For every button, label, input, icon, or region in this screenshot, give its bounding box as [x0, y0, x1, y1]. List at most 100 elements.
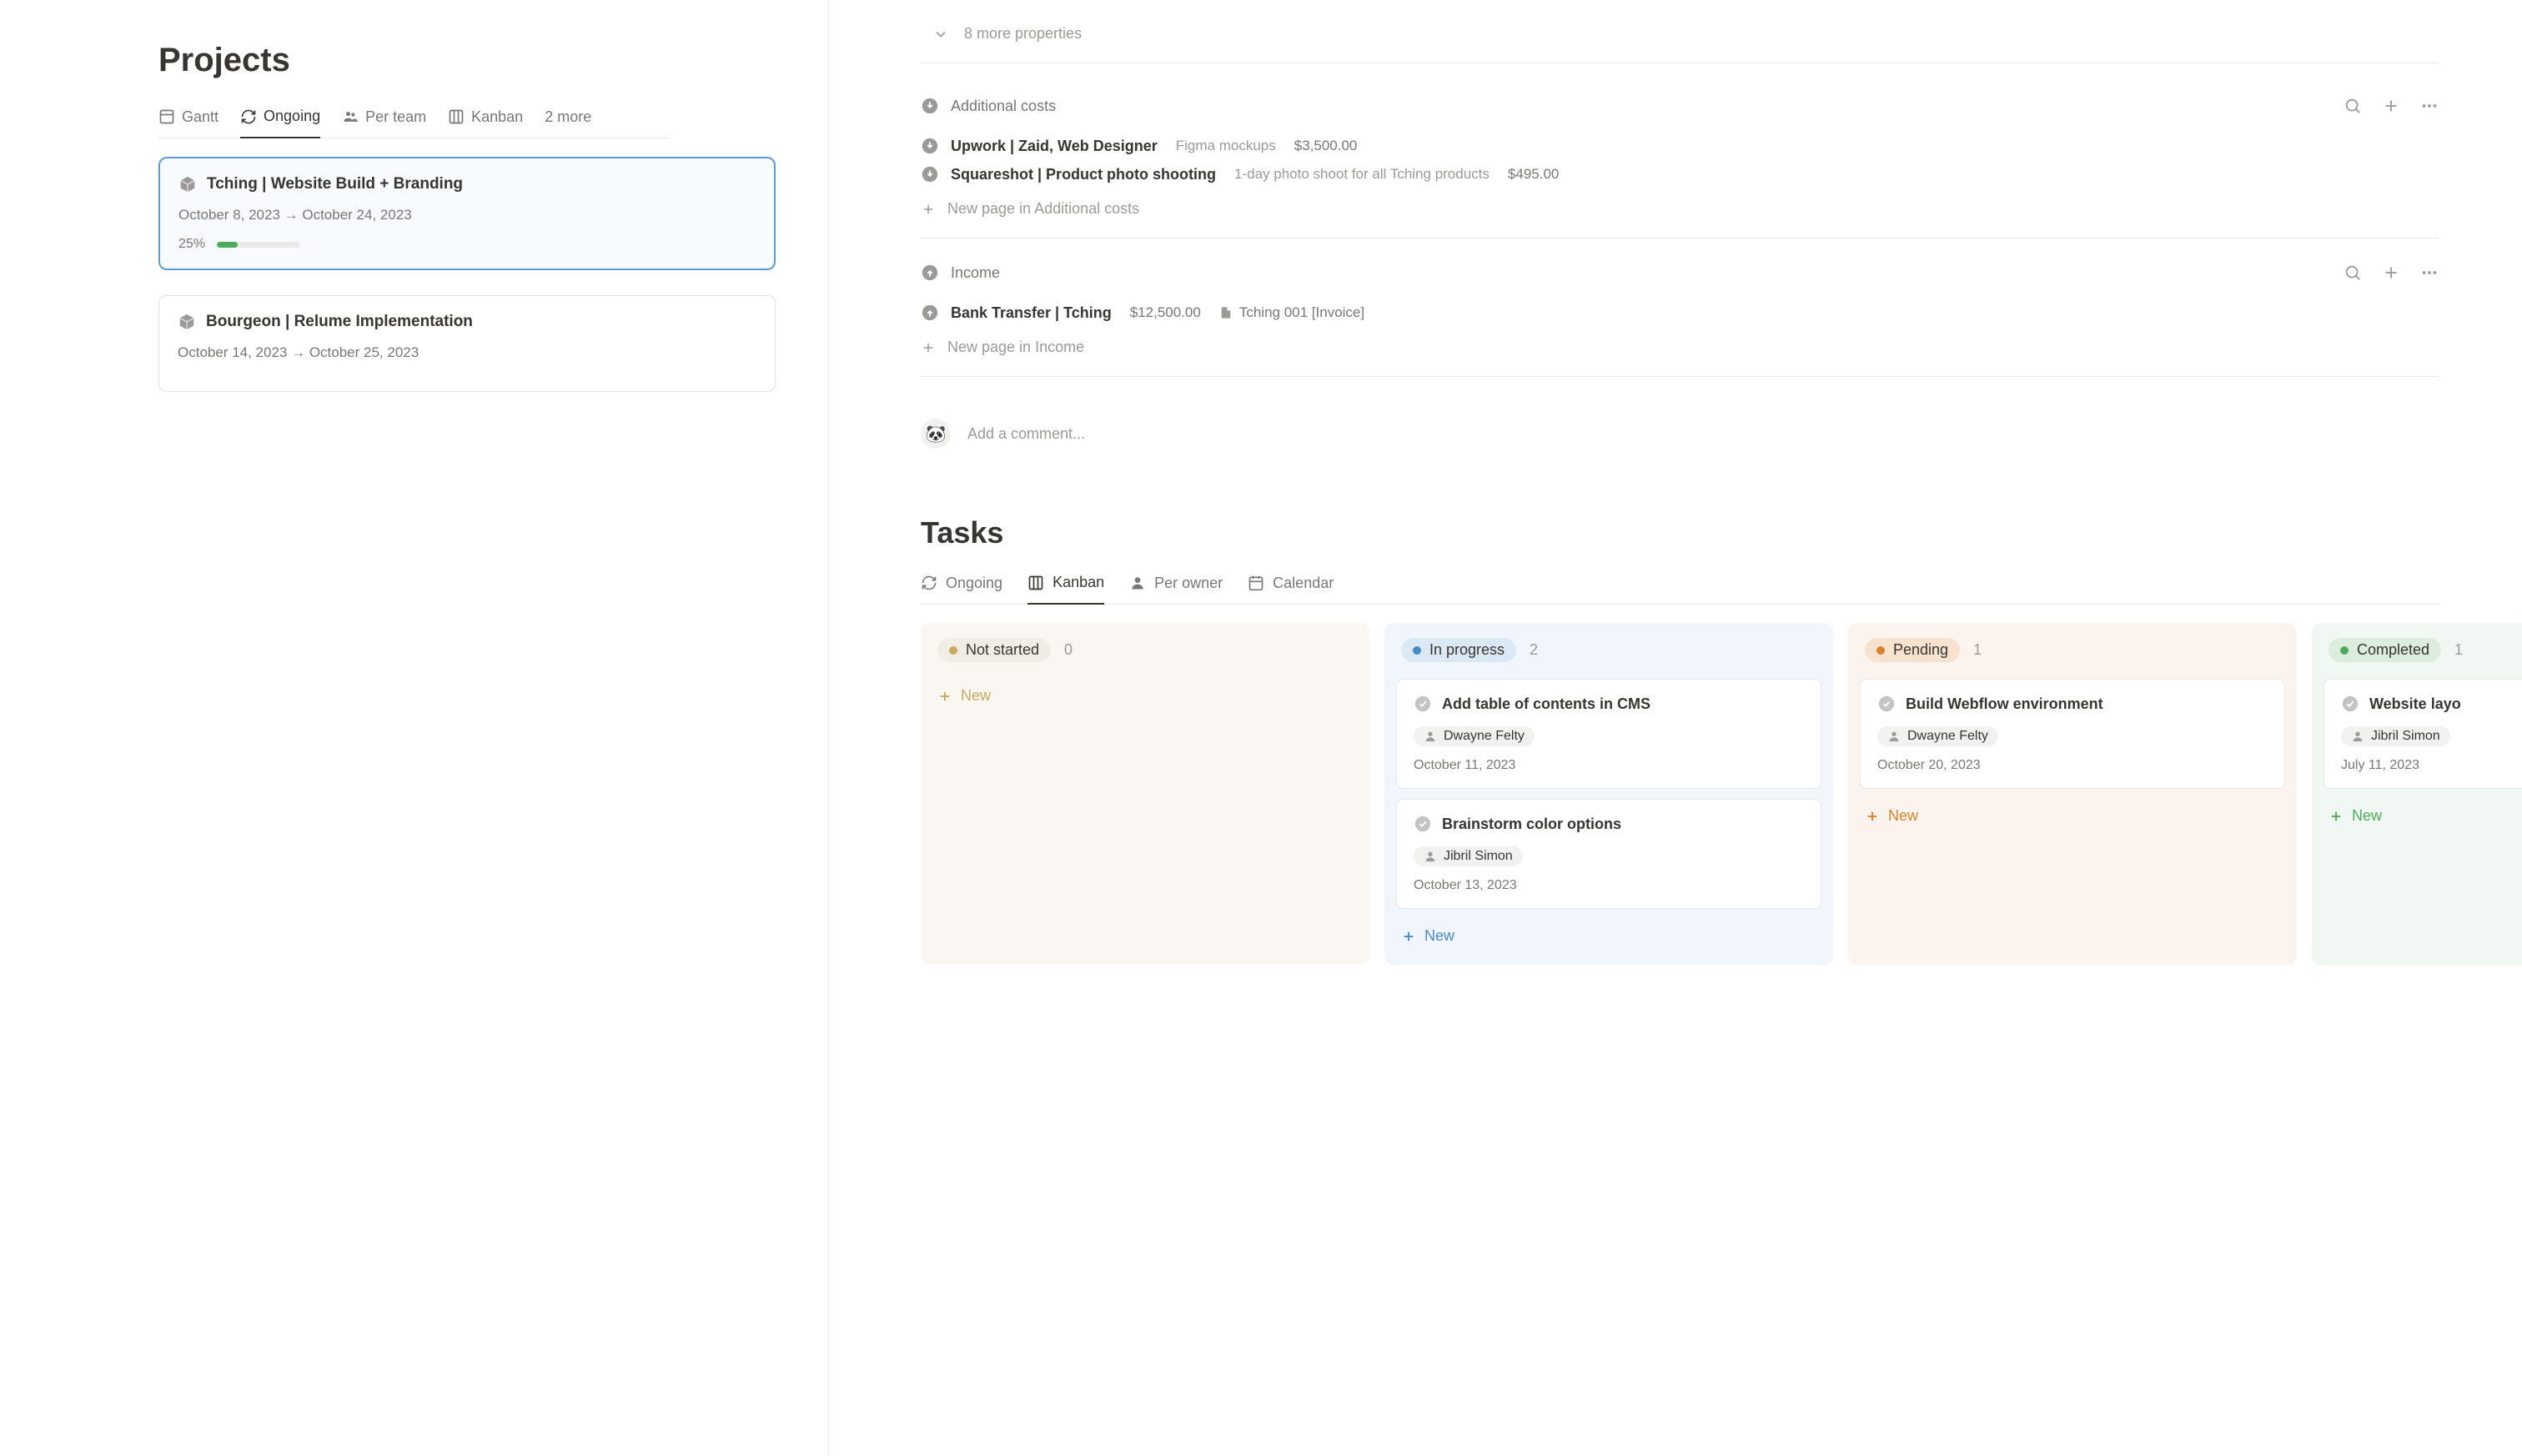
arrow-up-circle-icon	[921, 264, 939, 282]
more-properties-label: 8 more properties	[964, 25, 1082, 43]
task-owner: Jibril Simon	[1414, 846, 1523, 866]
ongoing-icon	[921, 575, 937, 591]
comment-placeholder: Add a comment...	[967, 425, 1085, 443]
task-owner: Dwayne Felty	[1414, 726, 1535, 746]
task-card[interactable]: Build Webflow environment Dwayne Felty O…	[1860, 679, 2285, 789]
task-title: Website layo	[2369, 695, 2461, 713]
task-card[interactable]: Add table of contents in CMS Dwayne Felt…	[1396, 679, 1821, 789]
plus-icon	[2329, 809, 2344, 824]
status-dot	[1413, 646, 1421, 655]
search-icon[interactable]	[2344, 97, 2362, 115]
package-icon	[178, 175, 197, 193]
more-icon[interactable]	[2420, 97, 2439, 115]
detail-panel: 8 more properties Additional costs Upwor…	[829, 0, 2522, 1456]
tab-kanban-label: Kanban	[471, 108, 523, 126]
new-label: New	[2352, 807, 2382, 825]
status-label: Completed	[2357, 641, 2429, 659]
project-card-bourgeon[interactable]: Bourgeon | Relume Implementation October…	[158, 295, 776, 392]
check-circle-icon	[1877, 695, 1896, 713]
tasks-tab-label: Calendar	[1273, 575, 1334, 592]
task-owner: Dwayne Felty	[1877, 726, 1998, 746]
kanban-col-pending: Pending 1 Build Webflow environment Dway…	[1848, 623, 2297, 965]
tab-per-team[interactable]: Per team	[342, 108, 426, 138]
plus-icon[interactable]	[2382, 264, 2400, 282]
cost-row-upwork[interactable]: Upwork | Zaid, Web Designer Figma mockup…	[921, 132, 2439, 160]
status-pill-not-started[interactable]: Not started	[937, 638, 1051, 662]
kanban-new-in-progress[interactable]: New	[1396, 919, 1821, 953]
new-page-income[interactable]: New page in Income	[921, 327, 2439, 368]
tasks-tab-calendar[interactable]: Calendar	[1248, 574, 1334, 604]
plus-icon	[1401, 929, 1416, 944]
task-card[interactable]: Website layo Jibril Simon July 11, 2023	[2324, 679, 2522, 789]
col-count: 0	[1064, 641, 1073, 659]
tab-ongoing-label: Ongoing	[264, 108, 320, 125]
new-label: New	[961, 687, 991, 705]
new-page-additional-costs[interactable]: New page in Additional costs	[921, 188, 2439, 229]
plus-icon[interactable]	[2382, 97, 2400, 115]
income-header[interactable]: Income	[921, 264, 2439, 282]
additional-costs-header[interactable]: Additional costs	[921, 97, 2439, 115]
tasks-tab-ongoing[interactable]: Ongoing	[921, 574, 1002, 604]
tab-ongoing[interactable]: Ongoing	[240, 108, 320, 138]
project-card-title-text: Tching | Website Build + Branding	[207, 175, 463, 193]
tab-per-team-label: Per team	[365, 108, 426, 126]
search-icon[interactable]	[2344, 264, 2362, 282]
projects-view-tabs: Gantt Ongoing Per team Kanban 2 more	[158, 108, 670, 138]
more-properties-toggle[interactable]: 8 more properties	[921, 17, 2439, 63]
new-label: New	[1888, 807, 1918, 825]
task-date: October 20, 2023	[1877, 758, 2268, 773]
status-dot	[1876, 646, 1885, 655]
cost-meta: Figma mockups	[1176, 138, 1276, 154]
more-views[interactable]: 2 more	[545, 108, 591, 138]
chevron-down-icon	[932, 26, 949, 43]
project-card-dates: October 14, 2023 → October 25, 2023	[178, 344, 756, 361]
kanban-col-not-started: Not started 0 New	[921, 623, 1369, 965]
task-card[interactable]: Brainstorm color options Jibril Simon Oc…	[1396, 799, 1821, 909]
new-page-label: New page in Income	[947, 339, 1084, 356]
kanban-new-pending[interactable]: New	[1860, 799, 2285, 833]
col-count: 1	[1973, 641, 1982, 659]
status-label: Not started	[966, 641, 1039, 659]
income-row-bank-transfer[interactable]: Bank Transfer | Tching $12,500.00 Tching…	[921, 299, 2439, 327]
person-icon	[1887, 730, 1901, 743]
kanban-new-completed[interactable]: New	[2324, 799, 2522, 833]
tab-gantt[interactable]: Gantt	[158, 108, 219, 138]
person-icon	[1129, 575, 1146, 591]
progress-fill	[217, 242, 238, 248]
projects-panel: Projects Gantt Ongoing Per team Kanban 2…	[0, 0, 829, 1456]
arrow-down-circle-icon	[921, 97, 939, 115]
status-label: Pending	[1893, 641, 1948, 659]
kanban-new-not-started[interactable]: New	[932, 679, 1358, 713]
status-pill-completed[interactable]: Completed	[2329, 638, 2441, 662]
tasks-tab-kanban[interactable]: Kanban	[1027, 574, 1104, 605]
avatar: 🐼	[921, 419, 951, 449]
cost-title: Squareshot | Product photo shooting	[951, 166, 1216, 183]
tab-kanban[interactable]: Kanban	[448, 108, 523, 138]
check-circle-icon	[1414, 815, 1432, 833]
tasks-tab-per-owner[interactable]: Per owner	[1129, 574, 1223, 604]
comment-row[interactable]: 🐼 Add a comment...	[921, 402, 2439, 482]
more-icon[interactable]	[2420, 264, 2439, 282]
person-icon	[1424, 850, 1437, 863]
cost-row-squareshot[interactable]: Squareshot | Product photo shooting 1-da…	[921, 160, 2439, 188]
projects-title: Projects	[158, 42, 670, 79]
check-circle-icon	[2341, 695, 2359, 713]
status-pill-in-progress[interactable]: In progress	[1401, 638, 1516, 662]
income-file[interactable]: Tching 001 [Invoice]	[1219, 304, 1364, 321]
plus-icon	[937, 689, 952, 704]
plus-icon	[921, 340, 936, 355]
person-icon	[1424, 730, 1437, 743]
arrow-up-circle-icon	[921, 304, 939, 322]
kanban-board: Not started 0 New In progress 2	[921, 623, 2439, 965]
task-date: July 11, 2023	[2341, 758, 2522, 773]
arrow-down-circle-icon	[921, 137, 939, 155]
tasks-tab-label: Kanban	[1053, 574, 1104, 591]
team-icon	[342, 108, 359, 125]
status-dot	[2340, 646, 2349, 655]
tasks-view-tabs: Ongoing Kanban Per owner Calendar	[921, 574, 2439, 605]
income-section: Income Bank Transfer | Tching $12,500.00…	[921, 264, 2439, 377]
status-dot	[949, 646, 957, 655]
cost-amount: $3,500.00	[1294, 138, 1358, 154]
status-pill-pending[interactable]: Pending	[1865, 638, 1960, 662]
project-card-tching[interactable]: Tching | Website Build + Branding Octobe…	[158, 157, 776, 270]
